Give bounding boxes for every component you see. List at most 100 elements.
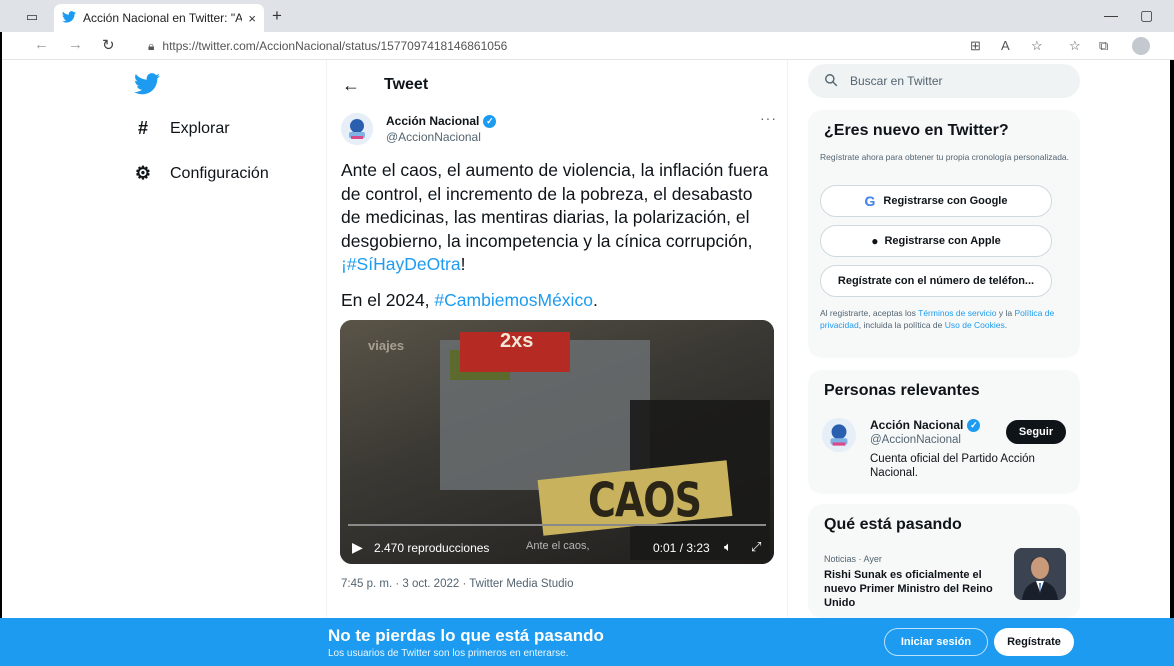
relevant-bio: Cuenta oficial del Partido Acción Nacion… (870, 453, 1035, 479)
tweet-text: Ante el caos, el aumento de violencia, l… (341, 159, 771, 277)
verified-badge-icon: ✓ (967, 418, 981, 432)
forward-nav-icon[interactable]: → (68, 36, 83, 53)
signup-card-title: ¿Eres nuevo en Twitter? (824, 122, 1009, 139)
trend-meta: Noticias · Ayer (824, 554, 882, 564)
author-avatar[interactable] (341, 113, 373, 145)
trending-title: Qué está pasando (824, 516, 962, 533)
search-input[interactable]: Buscar en Twitter (808, 64, 1080, 98)
tweet-video[interactable]: 2xs viajes CAOS ▶ 2.470 reproducciones A… (340, 320, 774, 564)
address-bar: ← → ↻ 🔒︎ https://twitter.com/AccionNacion… (0, 32, 1174, 60)
volume-icon[interactable]: 🔈︎ (724, 539, 732, 555)
login-button[interactable]: Iniciar sesión (884, 628, 988, 656)
gear-icon: ⚙ (134, 163, 152, 183)
signup-phone-button[interactable]: Regístrate con el número de teléfon... (820, 265, 1052, 297)
app-available-icon[interactable]: ⊞ (970, 38, 981, 54)
favorites-icon[interactable]: ☆ (1069, 38, 1081, 54)
relevant-name-text: Acción Nacional (870, 418, 964, 432)
search-placeholder: Buscar en Twitter (850, 74, 943, 88)
author-name-text: Acción Nacional (386, 114, 480, 128)
signup-description: Regístrate ahora para obtener tu propia … (820, 152, 1070, 162)
login-banner: No te pierdas lo que está pasando Los us… (0, 618, 1174, 666)
read-aloud-icon[interactable]: A (1001, 38, 1010, 53)
twitter-favicon-icon (62, 10, 76, 26)
terms-text: y la (996, 308, 1015, 318)
play-icon[interactable]: ▶ (352, 539, 363, 556)
relevant-people-title: Personas relevantes (824, 382, 980, 399)
button-label: Registrarse con Google (883, 195, 1008, 207)
nav-item-label: Configuración (170, 164, 269, 182)
video-time: 0:01 / 3:23 (653, 541, 710, 555)
minimize-icon[interactable]: — (1104, 7, 1118, 23)
browser-tab[interactable]: Acción Nacional en Twitter: "Ante × (54, 4, 264, 32)
twitter-logo-icon[interactable] (134, 73, 160, 95)
banner-subtitle: Los usuarios de Twitter son los primeros… (328, 648, 569, 659)
back-nav-icon[interactable]: ← (34, 36, 49, 53)
banner-title: No te pierdas lo que está pasando (328, 626, 604, 645)
favorite-add-icon[interactable]: ☆ (1031, 38, 1043, 54)
tweet-text-body: En el 2024, (341, 290, 435, 310)
terms-link[interactable]: Términos de servicio (918, 308, 996, 318)
tweet-text-second: En el 2024, #CambiemosMéxico. (341, 289, 771, 313)
video-overlay-text: CAOS (588, 472, 702, 528)
video-views: 2.470 reproducciones (374, 541, 490, 555)
tweet-timestamp[interactable]: 7:45 p. m. · 3 oct. 2022 · Twitter Media… (341, 578, 573, 590)
author-name[interactable]: Acción Nacional ✓ (386, 114, 497, 128)
nav-item-label: Explorar (170, 119, 230, 137)
relevant-avatar[interactable] (822, 418, 856, 452)
relevant-handle[interactable]: @AccionNacional (870, 434, 961, 446)
window-edge (1170, 60, 1174, 618)
video-small-text: viajes (368, 338, 405, 353)
maximize-icon[interactable]: ▢ (1140, 7, 1153, 24)
apple-icon: ● (871, 234, 879, 248)
video-progress-bar[interactable] (348, 524, 766, 526)
hashtag-icon: # (137, 118, 148, 138)
button-label: Regístrate con el número de teléfon... (837, 275, 1035, 287)
url-field[interactable]: 🔒︎ https://twitter.com/AccionNacional/sta… (148, 39, 507, 54)
back-arrow-icon[interactable]: ← (342, 75, 360, 96)
trending-card: Qué está pasando Noticias · Ayer Rishi S… (808, 504, 1080, 618)
nav-item-explorar[interactable]: # Explorar (134, 118, 230, 139)
url-text: https://twitter.com/AccionNacional/statu… (162, 39, 508, 53)
video-sign-text: 2xs (500, 330, 534, 352)
cookies-link[interactable]: Uso de Cookies (945, 320, 1005, 330)
signup-terms: Al registrarte, aceptas los Términos de … (820, 308, 1070, 331)
terms-text: , incluida la política de (858, 319, 945, 330)
tab-title: Acción Nacional en Twitter: "Ante (83, 11, 243, 25)
nav-item-configuracion[interactable]: ⚙ Configuración (134, 163, 269, 184)
reload-icon[interactable]: ↻ (102, 36, 115, 54)
close-tab-icon[interactable]: × (248, 11, 256, 26)
browser-tab-bar: ▭ Acción Nacional en Twitter: "Ante × + … (0, 0, 1174, 32)
signup-button[interactable]: Regístrate (994, 628, 1074, 656)
signup-card: ¿Eres nuevo en Twitter? Regístrate ahora… (808, 110, 1080, 358)
tweet-text-body: Ante el caos, el aumento de violencia, l… (341, 160, 769, 251)
google-icon: G (864, 193, 876, 209)
fullscreen-icon[interactable]: ⤢ (751, 539, 761, 555)
button-label: Registrarse con Apple (884, 235, 1001, 247)
page-title: Tweet (384, 76, 429, 93)
more-options-icon[interactable]: ··· (760, 110, 777, 126)
search-icon (824, 73, 838, 90)
video-caption: Ante el caos, (526, 540, 590, 552)
verified-badge-icon: ✓ (483, 114, 497, 128)
video-controls: ▶ 2.470 reproducciones Ante el caos, 0:0… (340, 532, 774, 564)
window-edge (0, 32, 2, 618)
profile-avatar[interactable] (1132, 37, 1150, 55)
lock-icon: 🔒︎ (148, 39, 155, 53)
terms-text: . (1004, 319, 1008, 330)
terms-text: Al registrarte, aceptas los (820, 308, 919, 318)
trend-thumbnail[interactable] (1014, 548, 1066, 600)
collections-icon[interactable]: ⧉ (1099, 38, 1108, 54)
relevant-name[interactable]: Acción Nacional ✓ (870, 418, 981, 432)
author-handle[interactable]: @AccionNacional (386, 130, 481, 144)
new-tab-button[interactable]: + (272, 6, 282, 26)
signup-google-button[interactable]: G Registrarse con Google (820, 185, 1052, 217)
follow-button[interactable]: Seguir (1006, 420, 1066, 444)
hashtag-link[interactable]: ¡#SíHayDeOtra (341, 254, 461, 274)
tweet-text-punct: ! (460, 254, 466, 274)
tab-actions-icon[interactable]: ▭ (12, 6, 52, 28)
relevant-people-card: Personas relevantes Acción Nacional ✓ @A… (808, 370, 1080, 494)
tweet-text-punct: . (592, 290, 598, 310)
trend-headline[interactable]: Rishi Sunak es oficialmente el nuevo Pri… (824, 568, 1002, 610)
signup-apple-button[interactable]: ● Registrarse con Apple (820, 225, 1052, 257)
hashtag-link[interactable]: #CambiemosMéxico (434, 290, 593, 310)
